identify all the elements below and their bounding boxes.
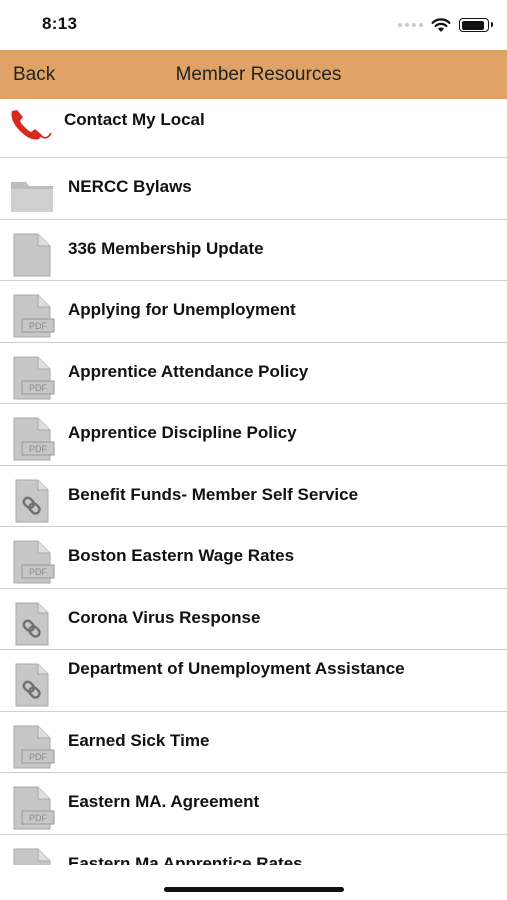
- svg-text:PDF: PDF: [29, 444, 48, 454]
- navigation-bar: Back Member Resources: [0, 50, 507, 99]
- list-item-label: 336 Membership Update: [68, 238, 264, 258]
- resource-list: Contact My Local NERCC Bylaws 336 Member…: [0, 99, 507, 865]
- pdf-icon: PDF: [8, 847, 56, 866]
- list-item-label: Applying for Unemployment: [68, 300, 296, 319]
- list-item[interactable]: PDF Apprentice Discipline Policy: [0, 404, 507, 466]
- cellular-signal-icon: [398, 23, 423, 27]
- svg-text:PDF: PDF: [29, 752, 48, 762]
- list-item[interactable]: Benefit Funds- Member Self Service: [0, 466, 507, 527]
- list-item[interactable]: PDF Boston Eastern Wage Rates: [0, 527, 507, 589]
- home-indicator[interactable]: [164, 887, 344, 892]
- list-item[interactable]: NERCC Bylaws: [0, 158, 507, 220]
- list-item-label: Apprentice Attendance Policy: [68, 361, 309, 381]
- list-item-label: Eastern MA. Agreement: [68, 792, 260, 811]
- link-icon: [8, 478, 56, 524]
- status-icons: [398, 15, 493, 35]
- list-item[interactable]: Corona Virus Response: [0, 589, 507, 650]
- list-item-label: NERCC Bylaws: [68, 177, 192, 196]
- list-item[interactable]: PDF Eastern Ma Apprentice Rates: [0, 835, 507, 866]
- list-item[interactable]: PDF Eastern MA. Agreement: [0, 773, 507, 835]
- wifi-icon: [431, 17, 451, 32]
- list-item-label: Boston Eastern Wage Rates: [68, 546, 295, 565]
- status-time: 8:13: [42, 14, 78, 33]
- list-item[interactable]: Contact My Local: [0, 99, 507, 158]
- link-icon: [8, 601, 56, 647]
- pdf-icon: PDF: [8, 416, 56, 462]
- pdf-icon: PDF: [8, 355, 56, 401]
- list-item[interactable]: Department of Unemployment Assistance: [0, 650, 507, 712]
- list-item-label: Benefit Funds- Member Self Service: [68, 484, 359, 504]
- list-item-label: Contact My Local: [64, 110, 205, 129]
- list-item[interactable]: PDF Earned Sick Time: [0, 712, 507, 773]
- list-item[interactable]: 336 Membership Update: [0, 220, 507, 281]
- list-item-label: Earned Sick Time: [68, 730, 210, 750]
- svg-text:PDF: PDF: [29, 383, 48, 393]
- list-item-label: Apprentice Discipline Policy: [68, 423, 297, 442]
- list-item-label: Corona Virus Response: [68, 607, 261, 627]
- list-item[interactable]: PDF Applying for Unemployment: [0, 281, 507, 343]
- svg-text:PDF: PDF: [29, 321, 48, 331]
- list-item-label: Department of Unemployment Assistance: [68, 659, 405, 678]
- page-title: Member Resources: [175, 64, 342, 85]
- svg-text:PDF: PDF: [29, 567, 48, 577]
- link-icon: [8, 662, 56, 708]
- svg-text:PDF: PDF: [29, 813, 48, 823]
- back-button[interactable]: Back: [13, 64, 55, 86]
- folder-icon: [8, 170, 56, 216]
- pdf-icon: PDF: [8, 724, 56, 770]
- pdf-icon: PDF: [8, 293, 56, 339]
- phone-icon: [6, 103, 54, 149]
- list-item[interactable]: PDF Apprentice Attendance Policy: [0, 343, 507, 404]
- battery-icon: [459, 18, 493, 32]
- status-bar: 8:13: [0, 0, 507, 50]
- list-item-label: Eastern Ma Apprentice Rates: [68, 853, 303, 866]
- document-icon: [8, 232, 56, 278]
- pdf-icon: PDF: [8, 539, 56, 585]
- pdf-icon: PDF: [8, 785, 56, 831]
